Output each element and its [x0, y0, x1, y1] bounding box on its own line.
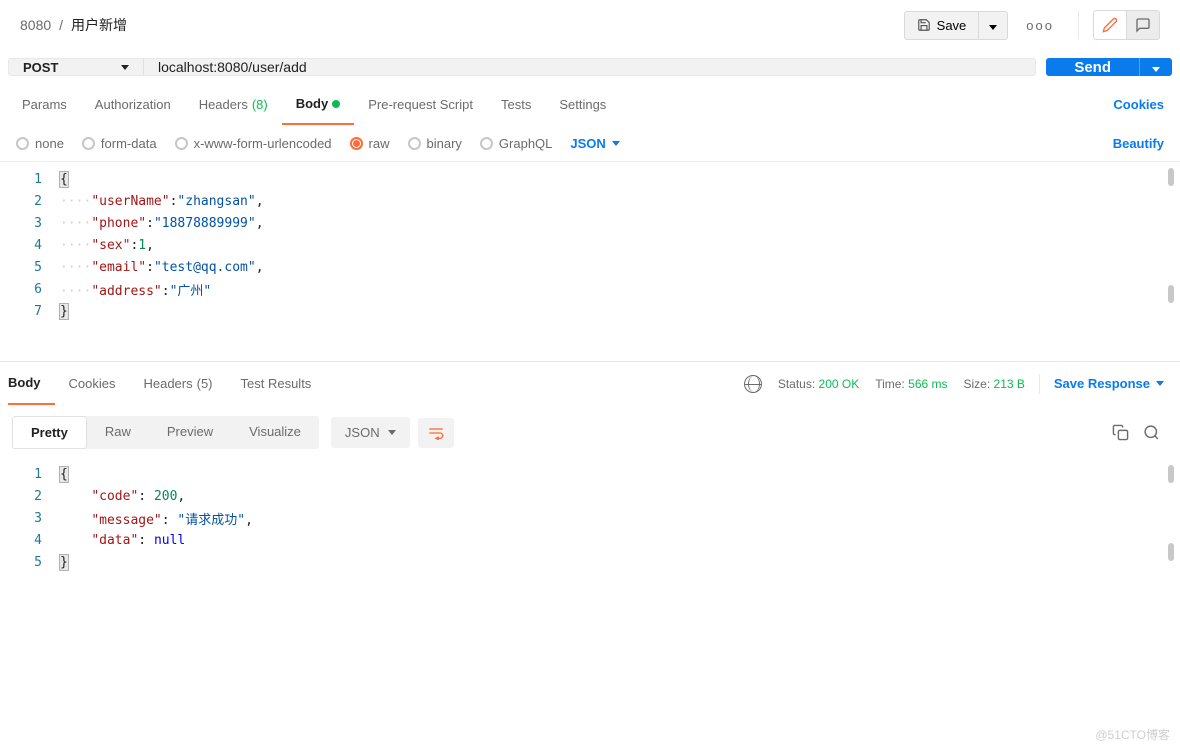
more-actions-button[interactable]: ooo [1016, 12, 1064, 39]
breadcrumb-parent[interactable]: 8080 [20, 17, 51, 33]
resp-tab-headers[interactable]: Headers (5) [129, 362, 226, 405]
radio-icon [175, 137, 188, 150]
tab-headers[interactable]: Headers (8) [185, 84, 282, 125]
view-visualize[interactable]: Visualize [231, 416, 319, 449]
search-icon[interactable] [1143, 424, 1160, 441]
response-body-viewer[interactable]: 1{ 2 "code": 200, 3 "message": "请求成功", 4… [0, 459, 1180, 589]
send-button[interactable]: Send [1046, 58, 1139, 76]
line-number: 2 [0, 194, 60, 209]
tab-params[interactable]: Params [8, 84, 81, 125]
view-preview[interactable]: Preview [149, 416, 231, 449]
chevron-down-icon [1156, 381, 1164, 386]
save-dropdown[interactable] [979, 11, 1008, 40]
wrap-lines-button[interactable] [418, 418, 454, 448]
body-type-urlencoded[interactable]: x-www-form-urlencoded [175, 136, 332, 151]
line-number: 5 [0, 555, 60, 570]
modified-dot-icon [332, 100, 340, 108]
line-number: 4 [0, 238, 60, 253]
copy-icon[interactable] [1112, 424, 1129, 441]
line-number: 4 [0, 533, 60, 548]
chevron-down-icon [612, 141, 620, 146]
headers-count: (8) [252, 97, 268, 112]
line-number: 6 [0, 282, 60, 297]
status-value: 200 OK [819, 377, 860, 391]
send-dropdown[interactable] [1139, 58, 1172, 76]
comment-icon-button[interactable] [1127, 10, 1160, 40]
watermark: @51CTO博客 [1095, 726, 1170, 743]
save-icon [917, 18, 931, 32]
radio-icon [82, 137, 95, 150]
line-number: 5 [0, 260, 60, 275]
save-button[interactable]: Save [904, 11, 980, 40]
divider [1039, 374, 1040, 394]
line-number: 2 [0, 489, 60, 504]
body-type-formdata[interactable]: form-data [82, 136, 157, 151]
time-label: Time: [875, 377, 905, 391]
chevron-down-icon [1152, 67, 1160, 72]
resp-headers-label: Headers [143, 376, 192, 391]
line-number: 1 [0, 172, 60, 187]
breadcrumb: 8080 / 用户新增 [20, 15, 127, 35]
tab-body-label: Body [296, 96, 329, 111]
radio-icon [408, 137, 421, 150]
radio-icon [480, 137, 493, 150]
request-body-editor[interactable]: 1{ 2····"userName":"zhangsan", 3····"pho… [0, 162, 1180, 362]
beautify-link[interactable]: Beautify [1113, 136, 1164, 151]
line-number: 1 [0, 467, 60, 482]
raw-type-select[interactable]: JSON [570, 136, 619, 151]
http-method-select[interactable]: POST [9, 59, 144, 75]
http-method-value: POST [23, 60, 58, 75]
chevron-down-icon [121, 65, 129, 70]
tab-headers-label: Headers [199, 97, 248, 112]
tab-prerequest[interactable]: Pre-request Script [354, 84, 487, 125]
cookies-link[interactable]: Cookies [1113, 97, 1172, 112]
time-value: 566 ms [908, 377, 947, 391]
tab-authorization[interactable]: Authorization [81, 84, 185, 125]
breadcrumb-current[interactable]: 用户新增 [71, 15, 127, 35]
scrollbar-thumb[interactable] [1168, 465, 1174, 483]
body-type-graphql[interactable]: GraphQL [480, 136, 552, 151]
line-number: 3 [0, 511, 60, 526]
response-type-select[interactable]: JSON [331, 417, 410, 448]
tab-tests[interactable]: Tests [487, 84, 545, 125]
scrollbar-thumb[interactable] [1168, 168, 1174, 186]
resp-tab-cookies[interactable]: Cookies [55, 362, 130, 405]
divider [1078, 11, 1079, 39]
chevron-down-icon [989, 25, 997, 30]
body-type-none[interactable]: none [16, 136, 64, 151]
globe-icon[interactable] [744, 375, 762, 393]
url-input[interactable] [144, 59, 1035, 75]
line-number: 3 [0, 216, 60, 231]
radio-icon [16, 137, 29, 150]
size-value: 213 B [994, 377, 1025, 391]
save-label: Save [937, 18, 967, 33]
scrollbar-thumb[interactable] [1168, 543, 1174, 561]
resp-tab-body[interactable]: Body [8, 362, 55, 405]
scrollbar-thumb[interactable] [1168, 285, 1174, 303]
status-label: Status: [778, 377, 815, 391]
resp-tab-testresults[interactable]: Test Results [227, 362, 326, 405]
chevron-down-icon [388, 430, 396, 435]
body-type-raw[interactable]: raw [350, 136, 390, 151]
tab-settings[interactable]: Settings [545, 84, 620, 125]
breadcrumb-sep: / [59, 17, 63, 33]
body-type-binary[interactable]: binary [408, 136, 462, 151]
size-label: Size: [964, 377, 991, 391]
save-response-button[interactable]: Save Response [1054, 376, 1172, 391]
radio-icon [350, 137, 363, 150]
line-number: 7 [0, 304, 60, 319]
view-raw[interactable]: Raw [87, 416, 149, 449]
resp-headers-count: (5) [197, 376, 213, 391]
tab-body[interactable]: Body [282, 84, 355, 125]
edit-icon-button[interactable] [1093, 10, 1127, 40]
view-pretty[interactable]: Pretty [12, 416, 87, 449]
